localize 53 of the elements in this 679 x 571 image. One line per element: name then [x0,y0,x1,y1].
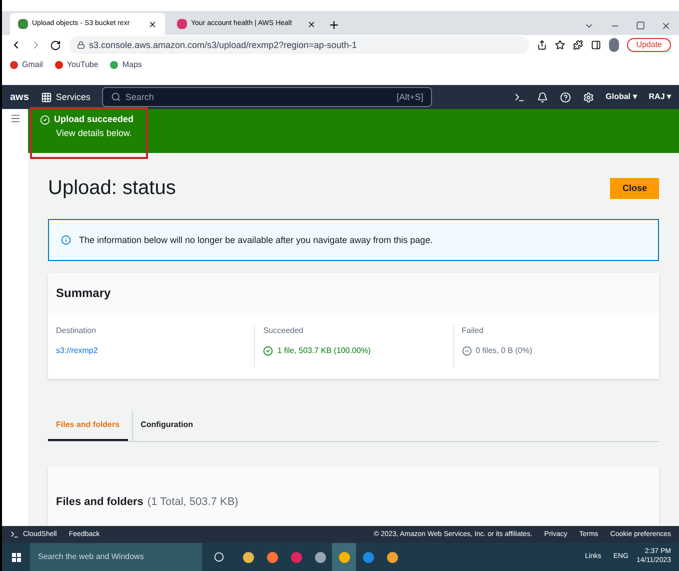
files-count: (1 Total, 503.7 KB) [147,495,238,510]
bell-icon[interactable] [536,92,548,103]
tab[interactable]: Configuration [132,411,202,442]
lock-icon [77,41,85,50]
check-icon [40,115,50,126]
minus-icon [462,346,472,356]
region-menu[interactable]: Global ▾ [606,91,637,104]
field-label: Destination [56,325,98,338]
task-view-icon[interactable] [214,552,224,562]
taskbar-search-field[interactable]: Search the web and Windows [30,543,202,571]
extensions-icon[interactable] [573,40,584,50]
files-title: Files and folders [56,495,144,510]
new-tab-icon[interactable] [328,19,340,32]
search-field[interactable]: Search [Alt+S] [102,87,432,108]
close-tab-icon[interactable] [307,20,316,29]
aws-logo[interactable]: aws [10,90,29,105]
search-icon [111,92,122,102]
bookmark-link[interactable]: Maps [110,58,142,71]
destination-link[interactable]: s3://rexmp2 [56,345,98,358]
address-field[interactable]: s3.console.aws.amazon.com/s3/upload/rexmp2?region=ap-south-1 [69,36,530,54]
banner-message: View details below. [55,126,133,140]
terminal-icon[interactable] [514,92,525,103]
close-icon[interactable] [661,21,671,32]
summary-title: Summary [48,273,659,314]
bookmark-icon[interactable] [555,40,566,50]
profile-avatar [609,38,620,52]
maximize-icon[interactable] [636,21,645,30]
settings-icon[interactable] [582,92,594,103]
close-tab-icon[interactable] [148,20,157,29]
account-menu[interactable]: RAJ ▾ [648,91,671,104]
update-button[interactable]: Update [627,38,671,52]
check-icon [263,346,274,356]
page-title: Upload: status [48,176,176,202]
field-value: 1 file, 503.7 KB (100.00%) [277,345,371,358]
info-icon [61,235,71,246]
menu-icon[interactable] [10,113,20,124]
banner-title: Upload succeeded [54,113,134,126]
taskbar-app[interactable] [332,543,356,571]
field-value: 0 files, 0 B (0%) [476,345,532,358]
field-label: Failed [462,325,484,338]
close-button[interactable]: Close [610,178,659,200]
side-panel-icon[interactable] [591,40,602,50]
shortcut-hint: [Alt+S] [396,90,424,104]
share-icon[interactable] [537,40,548,50]
help-icon[interactable] [560,92,571,103]
info-text: The information below will no longer be available after you navigate away from this page. [79,234,433,247]
reload-icon[interactable] [50,40,61,51]
field-label: Succeeded [263,325,304,338]
terminal-icon [10,530,19,540]
services-menu[interactable]: Services [40,90,90,104]
bookmark-link[interactable]: YouTube [54,58,98,71]
grid-icon [40,92,52,103]
bookmark-link[interactable]: Gmail [10,58,43,71]
